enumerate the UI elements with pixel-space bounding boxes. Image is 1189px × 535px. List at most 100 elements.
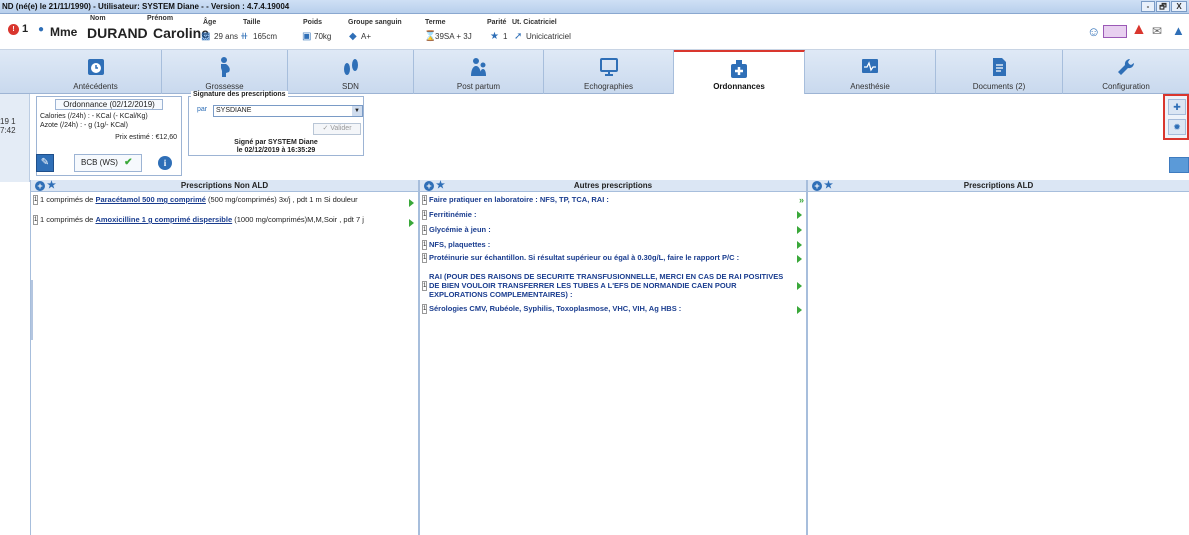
prescription-text: Faire pratiquer en laboratoire : NFS, TP…: [429, 195, 609, 204]
label-prenom: Prénom: [147, 15, 174, 22]
add-icon[interactable]: +: [424, 181, 434, 191]
scrollbar[interactable]: [31, 280, 33, 340]
arrow-right-icon[interactable]: [797, 241, 802, 249]
column-title: Autres prescriptions: [573, 181, 653, 190]
quantity-box: 1: [422, 210, 427, 220]
tab-documents[interactable]: Documents (2): [936, 50, 1063, 94]
signature-header: Signature des prescriptions: [191, 91, 288, 98]
column-header: + ★ Prescriptions ALD: [808, 180, 1189, 192]
patient-parity: 1: [503, 32, 508, 41]
tab-grossesse[interactable]: Grossesse: [162, 50, 288, 94]
par-label: par: [197, 106, 208, 113]
tab-label: SDN: [342, 82, 359, 91]
add-icon[interactable]: +: [812, 181, 822, 191]
tab-label: Post partum: [456, 82, 501, 91]
chevron-down-icon[interactable]: ▼: [352, 106, 362, 116]
tab-label: Echographies: [584, 82, 633, 91]
star-icon[interactable]: ★: [436, 180, 445, 192]
alert-icon[interactable]: !: [8, 24, 19, 35]
edit-pencil-button[interactable]: ✎: [36, 154, 54, 172]
ordonnance-title: Ordonnance (02/12/2019): [55, 99, 163, 110]
star-icon[interactable]: ★: [824, 180, 833, 192]
bcb-button[interactable]: BCB (WS) ✔: [74, 154, 142, 172]
patient-blood-group: A+: [361, 32, 372, 41]
tab-anesthesie[interactable]: Anesthésie: [805, 50, 936, 94]
arrow-right-icon[interactable]: [409, 199, 414, 207]
label-taille: Taille: [243, 19, 261, 26]
tab-label: Configuration: [1102, 82, 1150, 91]
warning-icon[interactable]: ▲: [1131, 21, 1147, 39]
scale-icon: ▣: [302, 31, 312, 42]
add-icon[interactable]: +: [35, 181, 45, 191]
arrow-right-icon[interactable]: [797, 282, 802, 290]
list-item[interactable]: 1 Glycémie à jeun :: [422, 225, 804, 235]
person-icon: ●: [38, 24, 45, 35]
arrow-right-icon[interactable]: [797, 306, 802, 314]
settings-gear-icon[interactable]: ✹: [1168, 119, 1186, 135]
close-button[interactable]: X: [1171, 1, 1187, 12]
estimated-price: Prix estimé : €12,60: [115, 134, 177, 141]
prescription-info-panel: Ordonnance (02/12/2019) Calories (/24h) …: [30, 91, 370, 182]
star-icon[interactable]: ★: [47, 180, 56, 192]
list-item[interactable]: 1 NFS, plaquettes :: [422, 240, 804, 250]
pencil-icon: ✎: [40, 157, 50, 168]
arrow-right-icon[interactable]: [797, 255, 802, 263]
patient-civility: Mme: [50, 25, 78, 39]
quantity-box: 1: [33, 215, 38, 225]
restore-button[interactable]: 🗗: [1156, 1, 1170, 12]
signer-select[interactable]: SYSDIANE ▼: [213, 105, 363, 117]
tab-ordonnances[interactable]: Ordonnances: [674, 50, 805, 94]
list-item[interactable]: 1 Ferritinémie :: [422, 210, 804, 220]
tab-label: Antécédents: [73, 82, 118, 91]
ruler-icon: ⧺: [240, 31, 249, 42]
arrow-right-icon[interactable]: [409, 219, 414, 227]
label-parite: Parité: [487, 19, 507, 26]
list-item[interactable]: 1 Protéinurie sur échantillon. Si résult…: [422, 253, 804, 271]
mail-icon[interactable]: ✉: [1152, 24, 1162, 38]
double-arrow-right-icon[interactable]: »: [799, 196, 804, 205]
info-icon[interactable]: i: [158, 156, 172, 170]
tab-label: Anesthésie: [850, 82, 890, 91]
lock-icon[interactable]: ▲: [1172, 23, 1185, 38]
drug-link[interactable]: Paracétamol 500 mg comprimé: [95, 195, 205, 204]
list-item[interactable]: 1 Sérologies CMV, Rubéole, Syphilis, Tox…: [422, 304, 804, 314]
prescription-prefix: 1 comprimés de: [40, 215, 96, 224]
quantity-box: 1: [422, 304, 427, 314]
arrow-right-icon[interactable]: [797, 226, 802, 234]
tab-post-partum[interactable]: Post partum: [414, 50, 544, 94]
users-icon[interactable]: ☺: [1087, 24, 1100, 39]
label-age: Âge: [203, 19, 217, 26]
checkmark-icon: ✔: [124, 157, 133, 168]
patient-term: 39SA + 3J: [435, 32, 472, 41]
minimize-button[interactable]: -: [1141, 1, 1155, 12]
tab-antecedents[interactable]: Antécédents: [30, 50, 162, 94]
medical-cross-icon: [731, 60, 747, 78]
tab-configuration[interactable]: Configuration: [1063, 50, 1189, 94]
blood-drop-icon: ◆: [349, 31, 357, 42]
signer-value: SYSDIANE: [216, 107, 252, 114]
tab-sdn[interactable]: SDN: [288, 50, 414, 94]
mother-baby-icon: [470, 58, 486, 76]
monitor-wave-icon[interactable]: [1103, 25, 1127, 38]
side-toggle-button[interactable]: [1169, 157, 1189, 173]
tab-echographies[interactable]: Echographies: [544, 50, 674, 94]
prescription-text: 1 comprimés de Paracétamol 500 mg compri…: [40, 195, 400, 204]
prescription-text: Glycémie à jeun :: [429, 225, 491, 234]
list-item[interactable]: 1 1 comprimés de Amoxicilline 1 g compri…: [33, 215, 416, 233]
scar-icon: ➚: [514, 31, 523, 42]
patient-banner: ! 1 ● Mme Nom DURAND Prénom Caroline Âge…: [0, 14, 1189, 50]
prescription-text: 1 comprimés de Amoxicilline 1 g comprimé…: [40, 215, 400, 224]
drug-link[interactable]: Amoxicilline 1 g comprimé dispersible: [95, 215, 232, 224]
arrow-right-icon[interactable]: [797, 211, 802, 219]
list-item[interactable]: 1 Faire pratiquer en laboratoire : NFS, …: [422, 195, 804, 205]
add-prescription-icon[interactable]: ✚: [1168, 99, 1186, 115]
list-item[interactable]: 1 RAI (POUR DES RAISONS DE SECURITE TRAN…: [422, 272, 804, 308]
column-ald: + ★ Prescriptions ALD: [807, 180, 1189, 535]
signed-by: Signé par SYSTEM Diane: [234, 139, 318, 146]
validate-button[interactable]: ✓ Valider: [313, 123, 361, 135]
history-strip[interactable]: 19 1 7:42: [0, 94, 30, 182]
documents-icon: [993, 58, 1006, 76]
list-item[interactable]: 1 1 comprimés de Paracétamol 500 mg comp…: [33, 195, 416, 213]
wrench-icon: [1118, 58, 1135, 75]
label-groupe: Groupe sanguin: [348, 19, 402, 26]
